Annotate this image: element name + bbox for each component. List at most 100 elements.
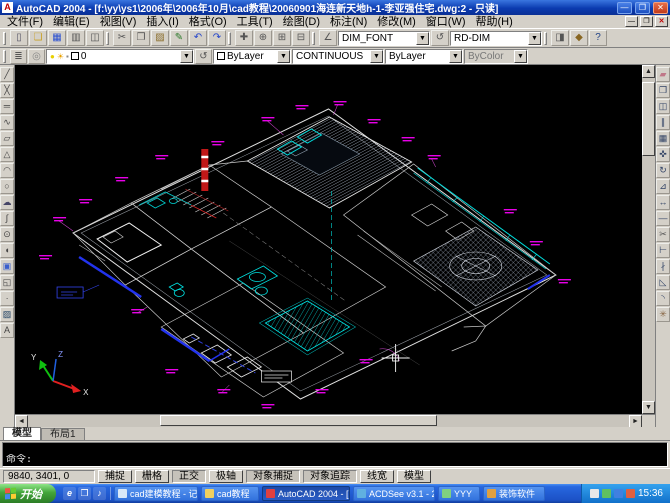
vertical-scrollbar[interactable]: ▲ ▼ [642,65,655,414]
drawing-canvas[interactable]: X Y Z [15,65,642,414]
redo-button[interactable]: ↷ [208,30,226,46]
zoom-previous-button[interactable]: ⊟ [292,30,310,46]
rotate-button[interactable]: ↻ [656,163,670,178]
ellipse-button[interactable]: ⊙ [0,227,14,242]
task-decor-software[interactable]: 装饰软件 [483,486,545,501]
move-button[interactable]: ✜ [656,147,670,162]
polygon-button[interactable]: ▱ [0,131,14,146]
line-button[interactable]: ╱ [0,67,14,82]
scale-button[interactable]: ⊿ [656,179,670,194]
hatch-button[interactable]: ▨ [0,307,14,322]
menu-draw[interactable]: 绘图(D) [278,15,325,29]
maximize-button[interactable]: ❐ [635,2,650,14]
layer-previous-button[interactable]: ↺ [195,49,212,64]
array-button[interactable]: ▦ [656,131,670,146]
polyline-button[interactable]: ∿ [0,115,14,130]
vertical-scroll-thumb[interactable] [642,82,655,156]
menu-tools[interactable]: 工具(T) [232,15,278,29]
task-autocad[interactable]: AutoCAD 2004 - [... [262,486,350,501]
tray-clock[interactable]: 15:36 [638,488,663,499]
toolbar-grip[interactable] [228,32,231,45]
menu-modify[interactable]: 修改(M) [372,15,421,29]
grid-toggle[interactable]: 栅格 [135,470,169,483]
insert-block-button[interactable]: ▣ [0,259,14,274]
copy-object-button[interactable]: ❐ [656,83,670,98]
lengthen-button[interactable]: ― [656,211,670,226]
pan-button[interactable]: ✚ [235,30,253,46]
cut-button[interactable]: ✂ [113,30,131,46]
menu-edit[interactable]: 编辑(E) [48,15,95,29]
menu-format[interactable]: 格式(O) [184,15,232,29]
revision-cloud-button[interactable]: ☁ [0,195,14,210]
model-space-toggle[interactable]: 模型 [397,470,431,483]
doc-restore-button[interactable]: ❐ [640,16,653,27]
copy-button[interactable]: ❐ [132,30,150,46]
otrack-toggle[interactable]: 对象追踪 [303,470,357,483]
snap-toggle[interactable]: 捕捉 [98,470,132,483]
polar-toggle[interactable]: 极轴 [209,470,243,483]
chamfer-button[interactable]: ◺ [656,275,670,290]
break-button[interactable]: ∤ [656,259,670,274]
doc-minimize-button[interactable]: — [625,16,638,27]
ortho-toggle[interactable]: 正交 [172,470,206,483]
command-text-area[interactable]: 命令: [2,442,668,467]
match-properties-button[interactable]: ✎ [170,30,188,46]
tray-network-icon[interactable] [614,489,623,498]
tab-model[interactable]: 模型 [3,427,41,440]
chevron-down-icon[interactable]: ▼ [449,50,462,63]
tray-ime-icon[interactable] [590,489,599,498]
chevron-down-icon[interactable]: ▼ [370,50,383,63]
construction-line-button[interactable]: ╳ [0,83,14,98]
close-button[interactable]: ✕ [653,2,668,14]
zoom-realtime-button[interactable]: ⊕ [254,30,272,46]
designcenter-button[interactable]: ◆ [570,30,588,46]
toolbar-grip[interactable] [3,50,6,63]
menu-insert[interactable]: 插入(I) [141,15,183,29]
help-button[interactable]: ? [589,30,607,46]
chevron-down-icon[interactable]: ▼ [416,32,429,45]
zoom-window-button[interactable]: ⊞ [273,30,291,46]
undo-button[interactable]: ↶ [189,30,207,46]
tray-volume-icon[interactable] [602,489,611,498]
toolbar-grip[interactable] [3,32,6,45]
mirror-button[interactable]: ◫ [656,99,670,114]
explode-button[interactable]: ✳ [656,307,670,322]
rectangle-button[interactable]: △ [0,147,14,162]
start-button[interactable]: 开始 [0,484,56,503]
lineweight-toggle[interactable]: 线宽 [360,470,394,483]
layers-button[interactable]: ≣ [10,49,27,64]
print-button[interactable]: ▥ [67,30,85,46]
media-player-icon[interactable]: ♪ [93,487,106,500]
color-combo[interactable]: ByLayer ▼ [213,49,291,64]
chevron-down-icon[interactable]: ▼ [528,32,541,45]
dim-font-combo[interactable]: DIM_FONT ▼ [338,31,430,46]
multiline-button[interactable]: ═ [0,99,14,114]
scroll-down-icon[interactable]: ▼ [642,401,655,414]
layer-combo[interactable]: ● ☀ ▪ 0 ▼ [46,49,194,64]
show-desktop-icon[interactable]: ❐ [78,487,91,500]
paste-button[interactable]: ▨ [151,30,169,46]
chevron-down-icon[interactable]: ▼ [277,50,290,63]
horizontal-scrollbar[interactable]: ◄ ► [15,414,655,427]
print-preview-button[interactable]: ◫ [86,30,104,46]
open-button[interactable]: ❏ [29,30,47,46]
lineweight-combo[interactable]: ByLayer ▼ [385,49,463,64]
make-block-button[interactable]: ◱ [0,275,14,290]
task-yyy[interactable]: YYY [438,486,480,501]
menu-view[interactable]: 视图(V) [95,15,142,29]
minimize-button[interactable]: — [617,2,632,14]
trim-button[interactable]: ✂ [656,227,670,242]
properties-button[interactable]: ◨ [551,30,569,46]
linetype-combo[interactable]: CONTINUOUS ▼ [292,49,384,64]
spline-button[interactable]: ∫ [0,211,14,226]
horizontal-scroll-track[interactable] [28,415,629,427]
fillet-button[interactable]: ◝ [656,291,670,306]
stretch-button[interactable]: ↔ [656,195,670,210]
point-button[interactable]: ∙ [0,291,14,306]
vertical-scroll-track[interactable] [642,78,655,401]
offset-button[interactable]: ∥ [656,115,670,130]
doc-close-button[interactable]: ✕ [655,16,668,27]
osnap-toggle[interactable]: 对象捕捉 [246,470,300,483]
extend-button[interactable]: ⊢ [656,243,670,258]
menu-file[interactable]: 文件(F) [2,15,48,29]
